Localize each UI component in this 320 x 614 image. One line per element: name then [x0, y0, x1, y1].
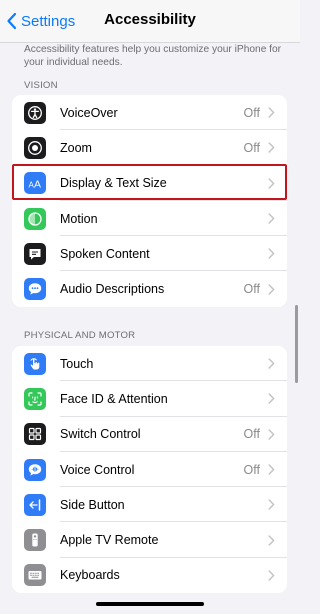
- row-zoom[interactable]: Zoom Off: [12, 130, 287, 166]
- row-value: Off: [243, 140, 260, 155]
- chevron-right-icon: [268, 107, 275, 118]
- chevron-right-icon: [268, 283, 275, 295]
- switch-control-icon: [24, 423, 46, 446]
- chevron-right-icon: [268, 213, 275, 224]
- home-indicator[interactable]: [96, 602, 204, 606]
- keyboard-icon: [24, 564, 46, 587]
- row-label: Apple TV Remote: [60, 533, 159, 548]
- section-header-physical-motor: PHYSICAL AND MOTOR: [24, 330, 136, 341]
- row-label: Motion: [60, 211, 98, 226]
- chevron-right-icon: [268, 570, 275, 581]
- voiceover-icon: [24, 101, 46, 124]
- row-audio-descriptions[interactable]: Audio Descriptions Off: [12, 271, 287, 306]
- zoom-icon: [24, 136, 46, 159]
- side-button-icon: [24, 493, 46, 516]
- spoken-content-icon: [24, 242, 46, 265]
- scrollbar[interactable]: [295, 305, 298, 383]
- row-voice-control[interactable]: Voice Control Off: [12, 452, 287, 488]
- chevron-right-icon: [268, 464, 275, 475]
- row-value: Off: [243, 105, 260, 120]
- row-apple-tv-remote[interactable]: Apple TV Remote: [12, 522, 287, 558]
- chevron-right-icon: [268, 534, 275, 546]
- row-label: Display & Text Size: [60, 176, 167, 191]
- chevron-right-icon: [268, 248, 275, 260]
- row-value: Off: [243, 427, 260, 442]
- svg-text:A: A: [34, 179, 41, 191]
- row-keyboards[interactable]: Keyboards: [12, 558, 287, 593]
- chevron-right-icon: [268, 393, 275, 405]
- row-label: Voice Control: [60, 462, 135, 477]
- chevron-right-icon: [268, 499, 275, 511]
- row-label: Face ID & Attention: [60, 391, 168, 406]
- chevron-right-icon: [268, 428, 275, 440]
- row-label: Zoom: [60, 140, 92, 155]
- chevron-right-icon: [268, 142, 275, 154]
- audio-descriptions-icon: [24, 278, 46, 301]
- face-id-icon: [24, 387, 46, 410]
- row-touch[interactable]: Touch: [12, 346, 287, 382]
- motion-icon: [24, 207, 46, 230]
- text-size-icon: AA: [24, 172, 46, 195]
- row-label: Touch: [60, 356, 94, 371]
- section-header-vision: VISION: [24, 80, 58, 91]
- vision-group: VoiceOver Off Zoom Off AA Display & Text…: [12, 95, 287, 307]
- row-voiceover[interactable]: VoiceOver Off: [12, 95, 287, 131]
- row-motion[interactable]: Motion: [12, 201, 287, 237]
- page-title: Accessibility: [104, 11, 196, 28]
- row-label: Keyboards: [60, 568, 120, 583]
- row-label: Spoken Content: [60, 246, 150, 261]
- row-value: Off: [243, 462, 260, 477]
- row-display-text-size[interactable]: AA Display & Text Size: [12, 166, 287, 201]
- row-switch-control[interactable]: Switch Control Off: [12, 417, 287, 452]
- touch-icon: [24, 352, 46, 375]
- navigation-bar: Settings Accessibility: [0, 0, 300, 43]
- chevron-right-icon: [268, 358, 275, 369]
- row-label: Side Button: [60, 497, 125, 512]
- row-label: VoiceOver: [60, 105, 118, 120]
- row-spoken-content[interactable]: Spoken Content: [12, 236, 287, 272]
- row-side-button[interactable]: Side Button: [12, 487, 287, 523]
- page-description: Accessibility features help you customiz…: [24, 44, 282, 68]
- row-face-id-attention[interactable]: Face ID & Attention: [12, 381, 287, 417]
- chevron-right-icon: [268, 177, 275, 189]
- row-label: Switch Control: [60, 427, 141, 442]
- physical-motor-group: Touch Face ID & Attention Switch Control…: [12, 346, 287, 594]
- row-value: Off: [243, 282, 260, 297]
- voice-control-icon: [24, 458, 46, 481]
- row-label: Audio Descriptions: [60, 282, 165, 297]
- tv-remote-icon: [24, 529, 46, 552]
